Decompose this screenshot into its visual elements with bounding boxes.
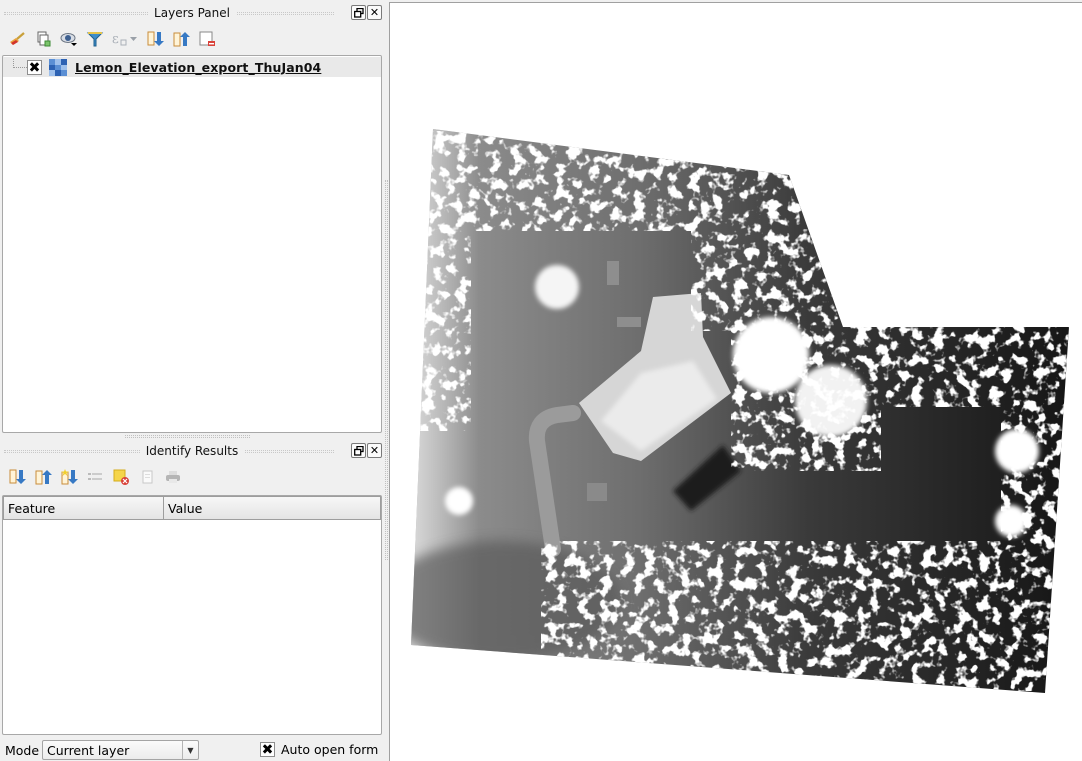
- auto-open-form-label: Auto open form: [281, 742, 379, 757]
- chevron-down-icon: ▼: [182, 741, 198, 759]
- identify-mode-row: Mode Current layer ▼ ✖ Auto open form: [0, 739, 385, 761]
- mode-select[interactable]: Current layer ▼: [42, 740, 199, 760]
- layers-panel-title: Layers Panel: [148, 6, 236, 20]
- check-mark-icon: ✖: [28, 59, 41, 76]
- table-header: Feature Value: [3, 496, 381, 520]
- panel-splitter[interactable]: [125, 435, 250, 438]
- expand-all-icon[interactable]: [142, 28, 168, 50]
- tree-branch-line: [13, 59, 27, 68]
- identify-results-table[interactable]: Feature Value: [2, 495, 382, 735]
- left-dock: Layers Panel ✕ ε ✖ Lemon_Elevation_expor…: [0, 0, 385, 761]
- add-group-icon[interactable]: [30, 28, 56, 50]
- layers-toolbar: ε: [4, 27, 220, 51]
- float-panel-button[interactable]: [351, 5, 366, 20]
- layers-tree[interactable]: ✖ Lemon_Elevation_export_ThuJan04: [2, 55, 382, 433]
- auto-open-form-checkbox[interactable]: ✖: [260, 742, 275, 757]
- close-icon: ✕: [369, 6, 380, 19]
- collapse-all-icon[interactable]: [168, 28, 194, 50]
- raster-layer-icon: [49, 59, 67, 76]
- column-header-feature[interactable]: Feature: [3, 496, 164, 520]
- identify-panel-titlebar[interactable]: Identify Results ✕: [0, 440, 384, 462]
- close-panel-button[interactable]: ✕: [367, 443, 382, 458]
- print-icon[interactable]: [160, 466, 186, 488]
- map-canvas[interactable]: [389, 2, 1082, 761]
- qgis-window: Layers Panel ✕ ε ✖ Lemon_Elevation_expor…: [0, 0, 1082, 761]
- expand-new-results-icon[interactable]: [56, 466, 82, 488]
- dock-splitter[interactable]: [385, 180, 388, 560]
- clear-highlights-icon[interactable]: [108, 466, 134, 488]
- style-manager-icon[interactable]: [4, 28, 30, 50]
- column-header-value[interactable]: Value: [164, 496, 381, 520]
- float-panel-button[interactable]: [351, 443, 366, 458]
- layer-item[interactable]: ✖ Lemon_Elevation_export_ThuJan04: [3, 57, 381, 77]
- svg-text:ε: ε: [112, 32, 119, 47]
- copy-feature-icon[interactable]: [134, 466, 160, 488]
- auto-open-form-option[interactable]: ✖ Auto open form: [260, 742, 378, 757]
- identify-panel-title: Identify Results: [139, 444, 245, 458]
- close-icon: ✕: [369, 444, 380, 457]
- filter-legend-icon[interactable]: [82, 28, 108, 50]
- visibility-eye-icon[interactable]: [56, 28, 82, 50]
- layer-visibility-checkbox[interactable]: ✖: [27, 60, 42, 75]
- mode-select-value: Current layer: [47, 743, 130, 758]
- check-mark-icon: ✖: [261, 741, 274, 758]
- identify-toolbar: [4, 465, 186, 489]
- layer-name[interactable]: Lemon_Elevation_export_ThuJan04: [75, 60, 321, 75]
- form-view-icon[interactable]: [82, 466, 108, 488]
- expand-tree-icon[interactable]: [4, 466, 30, 488]
- remove-layer-icon[interactable]: [194, 28, 220, 50]
- close-panel-button[interactable]: ✕: [367, 5, 382, 20]
- filter-expression-icon[interactable]: ε: [108, 28, 142, 50]
- layers-panel-titlebar[interactable]: Layers Panel ✕: [0, 2, 384, 24]
- collapse-tree-icon[interactable]: [30, 466, 56, 488]
- mode-label: Mode: [5, 743, 40, 758]
- elevation-raster: [411, 129, 1069, 693]
